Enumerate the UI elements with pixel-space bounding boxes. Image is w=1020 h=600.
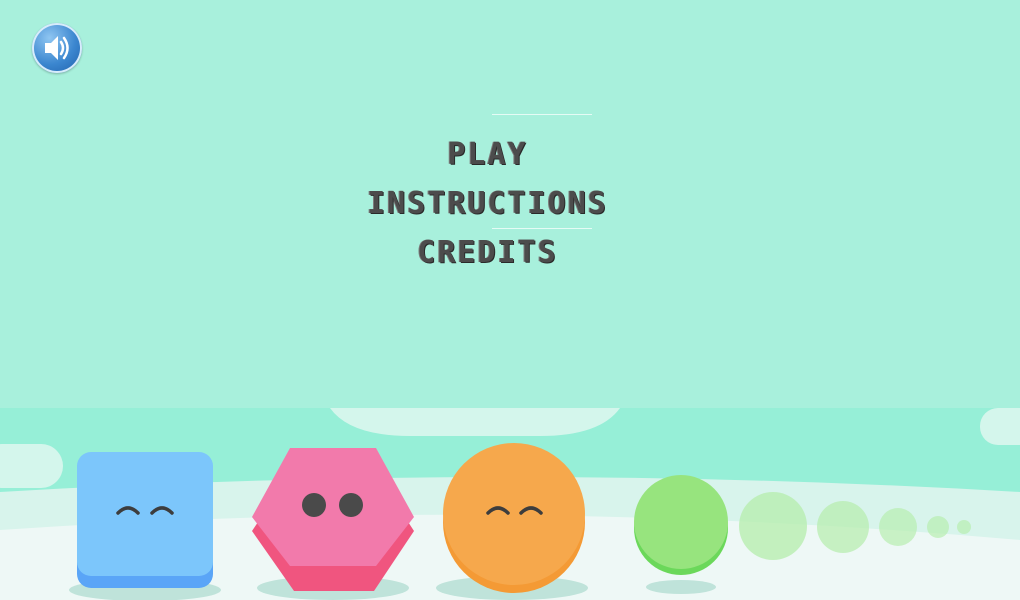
main-menu-screen: PLAY INSTRUCTIONS CREDITS [0, 0, 1020, 600]
trail-dots [739, 492, 971, 560]
trail-dot [739, 492, 807, 560]
characters-layer [69, 443, 971, 600]
trail-dot [927, 516, 949, 538]
trail-dot [879, 508, 917, 546]
blue-square-character [69, 452, 221, 600]
pink-hexagon-character [252, 448, 414, 600]
trail-dot [817, 501, 869, 553]
open-eye-icon [302, 493, 326, 517]
green-circle-character [634, 475, 728, 594]
open-eye-icon [339, 493, 363, 517]
trail-dot [957, 520, 971, 534]
orange-circle-character [436, 443, 588, 600]
